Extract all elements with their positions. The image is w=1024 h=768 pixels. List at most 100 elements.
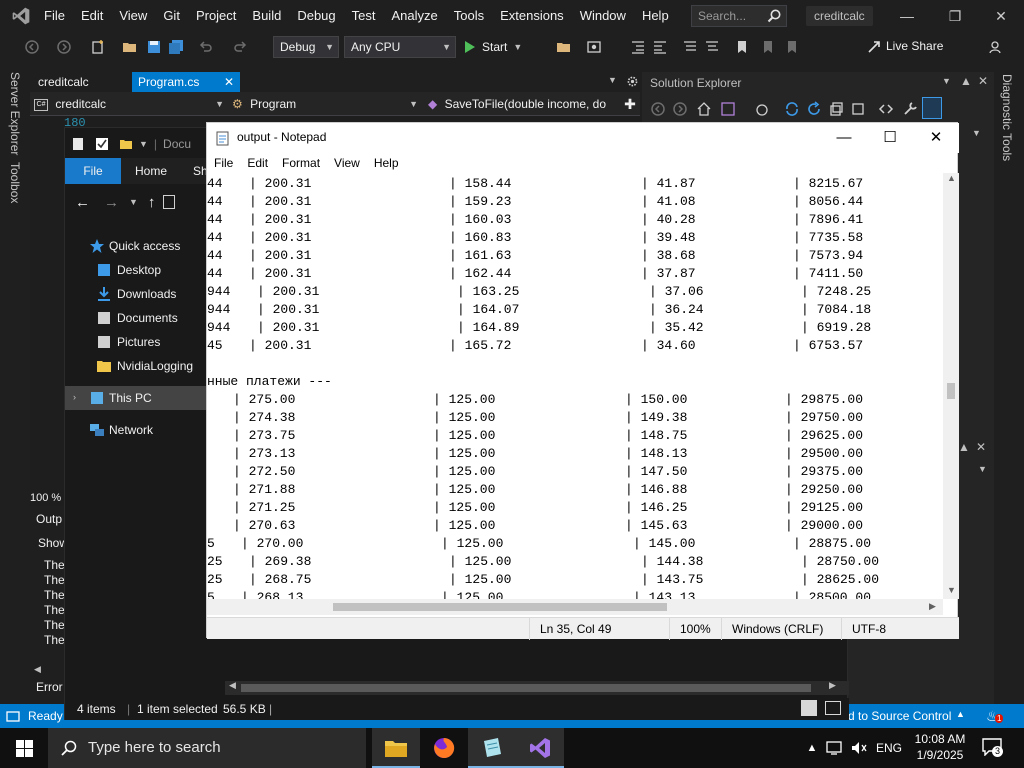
up-arrow-icon[interactable]: ↑ <box>148 194 156 211</box>
preview-selected-items-icon[interactable] <box>922 97 942 119</box>
properties-wrench-icon[interactable] <box>902 101 918 117</box>
save-all-icon[interactable] <box>168 39 184 55</box>
menu-view[interactable]: View <box>111 0 155 32</box>
scroll-down-icon[interactable]: ▼ <box>947 585 956 595</box>
menu-help[interactable]: Help <box>634 0 677 32</box>
notepad-maximize-button[interactable]: ☐ <box>867 123 913 153</box>
notepad-minimize-button[interactable]: — <box>821 123 867 153</box>
notifications-bell-icon[interactable]: ♨ 1 <box>986 708 1004 725</box>
explorer-horizontal-scrollbar[interactable]: ◀ ▶ <box>225 680 849 695</box>
notepad-menu-edit[interactable]: Edit <box>240 156 275 170</box>
start-debugging-button[interactable]: Start ▼ <box>464 36 522 58</box>
chevron-down-icon[interactable]: ▼ <box>139 139 148 149</box>
menu-tools[interactable]: Tools <box>446 0 492 32</box>
explorer-scroll-thumb[interactable] <box>241 684 811 692</box>
uncomment-icon[interactable] <box>704 39 720 55</box>
open-folder-icon[interactable] <box>122 39 138 55</box>
forward-icon[interactable] <box>672 101 688 117</box>
taskbar-file-explorer[interactable] <box>372 728 420 768</box>
menu-test[interactable]: Test <box>344 0 384 32</box>
platform-dropdown[interactable]: Any CPU ▼ <box>344 36 456 58</box>
nav-item-documents[interactable]: Documents <box>65 306 209 330</box>
add-to-source-control[interactable]: d to Source Control <box>848 709 951 723</box>
show-hidden-icons-chevron-icon[interactable]: ▲ <box>802 728 822 768</box>
action-center-icon[interactable]: 3 <box>982 738 1004 758</box>
menu-build[interactable]: Build <box>244 0 289 32</box>
vs-close-button[interactable]: ✕ <box>978 0 1024 32</box>
chevron-down-icon[interactable]: ▼ <box>942 76 951 86</box>
notepad-close-button[interactable]: ✕ <box>913 123 959 153</box>
taskbar-clock[interactable]: 10:08 AM 1/9/2025 <box>910 728 970 768</box>
recent-locations-chevron-icon[interactable]: ▼ <box>129 197 138 207</box>
undo-icon[interactable] <box>198 39 214 55</box>
nav-item-quick-access[interactable]: Quick access <box>65 234 209 258</box>
bookmark-next-icon[interactable] <box>784 39 800 55</box>
chevron-down-icon[interactable]: ▼ <box>978 464 987 474</box>
pin-icon[interactable]: ▲ <box>960 74 972 88</box>
menu-analyze[interactable]: Analyze <box>383 0 445 32</box>
back-nav-icon[interactable] <box>24 39 40 55</box>
forward-nav-icon[interactable] <box>56 39 72 55</box>
back-icon[interactable] <box>650 101 666 117</box>
server-explorer-tab[interactable]: Server Explorer <box>8 72 22 155</box>
diagnostic-tools-tab[interactable]: Diagnostic Tools <box>1000 74 1014 161</box>
menu-project[interactable]: Project <box>188 0 244 32</box>
taskbar-firefox[interactable] <box>420 728 468 768</box>
scroll-left-icon[interactable]: ◀ <box>229 680 236 691</box>
new-project-icon[interactable] <box>90 39 106 55</box>
nav-item-this-pc[interactable]: This PC <box>65 386 211 410</box>
redo-icon[interactable] <box>232 39 248 55</box>
switch-views-icon[interactable] <box>720 101 736 117</box>
member-dropdown[interactable]: ◆ SaveToFile(double income, do <box>428 94 618 114</box>
editor-zoom[interactable]: 100 % <box>30 492 61 504</box>
indent-icon[interactable] <box>630 39 646 55</box>
scroll-left-icon[interactable]: ◀ <box>34 664 41 675</box>
pending-changes-icon[interactable] <box>754 101 770 117</box>
forward-arrow-icon[interactable]: → <box>104 194 119 211</box>
home-icon[interactable] <box>696 101 712 117</box>
ribbon-tab-file[interactable]: File <box>65 158 121 184</box>
close-icon[interactable]: ✕ <box>224 72 234 92</box>
vs-maximize-button[interactable]: ❐ <box>932 0 978 32</box>
split-editor-icon[interactable]: ✚ <box>622 94 638 114</box>
input-language[interactable]: ENG <box>876 728 902 768</box>
scroll-right-icon[interactable]: ▶ <box>829 680 836 691</box>
bookmark-icon[interactable] <box>734 39 750 55</box>
vs-minimize-button[interactable]: — <box>884 0 930 32</box>
vs-search-box[interactable]: Search... <box>691 5 787 27</box>
close-icon[interactable]: ✕ <box>976 440 986 454</box>
user-feedback-icon[interactable] <box>988 39 1004 55</box>
volume-muted-icon[interactable] <box>850 740 868 756</box>
folder-view-icon[interactable] <box>556 39 572 55</box>
details-view-icon[interactable] <box>801 700 817 716</box>
tab-creditcalc[interactable]: creditcalc <box>32 72 130 92</box>
notepad-horizontal-scrollbar[interactable]: ▶ <box>207 599 943 615</box>
close-icon[interactable]: ✕ <box>978 74 988 88</box>
tab-overflow-chevron-icon[interactable]: ▼ <box>608 75 617 85</box>
collapse-all-icon[interactable] <box>828 101 844 117</box>
menu-edit[interactable]: Edit <box>73 0 111 32</box>
taskbar-notepad[interactable] <box>468 728 516 768</box>
scroll-right-icon[interactable]: ▶ <box>929 601 936 612</box>
chevron-up-icon[interactable]: ▲ <box>956 709 965 719</box>
error-list-tab[interactable]: Error <box>36 680 63 694</box>
solution-name-badge[interactable]: creditcalc <box>806 6 873 26</box>
notepad-menu-help[interactable]: Help <box>367 156 406 170</box>
nav-item-desktop[interactable]: Desktop <box>65 258 209 282</box>
outdent-icon[interactable] <box>652 39 668 55</box>
show-all-files-icon[interactable] <box>850 101 866 117</box>
back-arrow-icon[interactable]: ← <box>75 194 90 211</box>
nav-item-downloads[interactable]: Downloads <box>65 282 209 306</box>
scroll-up-icon[interactable]: ▲ <box>947 173 956 183</box>
notepad-vscroll-thumb[interactable] <box>947 383 955 399</box>
notepad-menu-format[interactable]: Format <box>275 156 327 170</box>
settings-gear-icon[interactable] <box>626 75 639 88</box>
windows-start-icon[interactable] <box>16 740 33 757</box>
view-code-icon[interactable] <box>878 101 894 117</box>
notepad-hscroll-thumb[interactable] <box>333 603 667 611</box>
refresh-icon[interactable] <box>806 101 822 117</box>
toolbox-tab[interactable]: Toolbox <box>8 162 22 203</box>
menu-window[interactable]: Window <box>572 0 634 32</box>
bookmark-prev-icon[interactable] <box>760 39 776 55</box>
taskbar-search-box[interactable]: Type here to search <box>48 728 366 768</box>
